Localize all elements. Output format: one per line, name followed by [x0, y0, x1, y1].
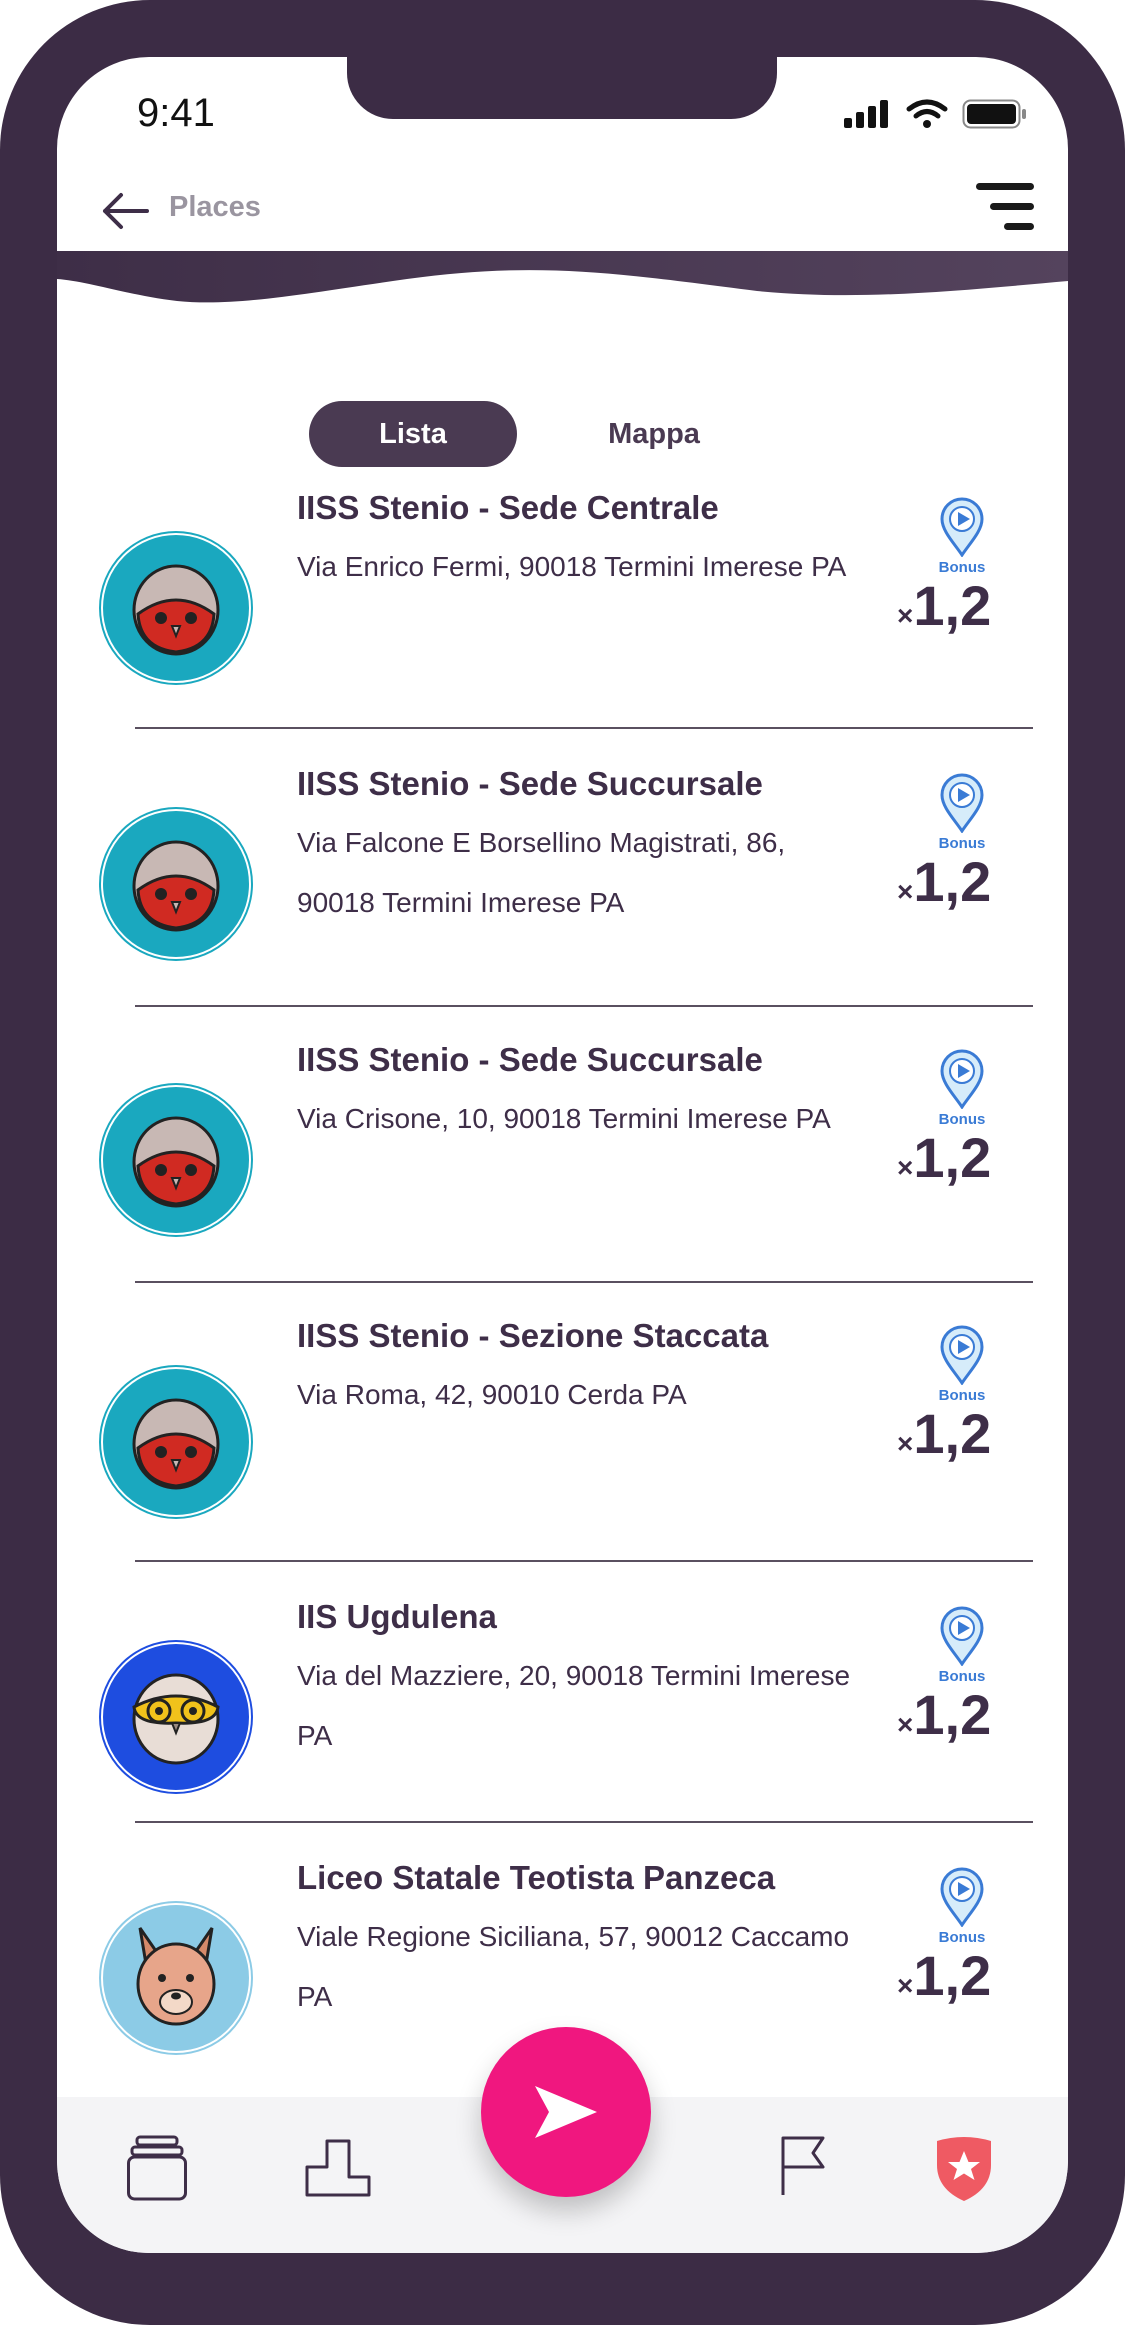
bonus-times: ×	[897, 1428, 914, 1459]
status-time: 9:41	[137, 91, 215, 135]
flag-icon[interactable]	[779, 2135, 829, 2197]
place-address: Via Roma, 42, 90010 Cerda PA	[297, 1379, 687, 1410]
bonus-multiplier: ×1,2	[897, 1401, 991, 1466]
bonus-badge: Bonus ×1,2	[897, 1606, 1027, 1756]
bonus-times: ×	[897, 1970, 914, 2001]
cards-icon[interactable]	[127, 2135, 187, 2201]
shield-star-icon[interactable]	[933, 2133, 995, 2203]
app-screen: 9:41 Places Lista Mappa IISS Stenio - Se…	[57, 57, 1068, 2253]
bonus-value: 1,2	[913, 1944, 992, 2007]
bonus-multiplier: ×1,2	[897, 849, 991, 914]
bonus-times: ×	[897, 1152, 914, 1183]
bonus-multiplier: ×1,2	[897, 1943, 991, 2008]
list-item[interactable]: IISS Stenio - Sede Succursale Via Crisone…	[57, 1041, 1068, 1279]
place-name: IISS Stenio - Sezione Staccata	[297, 1317, 769, 1354]
place-avatar	[101, 1642, 251, 1792]
bonus-value: 1,2	[913, 1402, 992, 1465]
list-divider	[135, 1560, 1033, 1562]
bonus-value: 1,2	[913, 1126, 992, 1189]
place-avatar	[101, 1367, 251, 1517]
place-address: Via del Mazziere, 20, 90018 Termini Imer…	[297, 1660, 851, 1751]
place-address: Via Enrico Fermi, 90018 Termini Imerese …	[297, 551, 847, 582]
place-name: IISS Stenio - Sede Succursale	[297, 765, 763, 802]
bonus-badge: Bonus ×1,2	[897, 1049, 1027, 1199]
red-owl-icon	[128, 556, 224, 660]
tab-lista[interactable]: Lista	[309, 401, 517, 467]
tab-mappa[interactable]: Mappa	[539, 401, 769, 467]
place-name: IISS Stenio - Sede Succursale	[297, 1041, 763, 1078]
list-item[interactable]: IISS Stenio - Sede Centrale Via Enrico Fe…	[57, 489, 1068, 727]
list-divider	[135, 1005, 1033, 1007]
list-item[interactable]: IISS Stenio - Sede Succursale Via Falcone…	[57, 765, 1068, 1003]
view-toggle: Lista Mappa	[309, 401, 769, 467]
send-button[interactable]	[481, 2027, 651, 2197]
place-address: Via Crisone, 10, 90018 Termini Imerese P…	[297, 1103, 831, 1134]
back-label[interactable]: Places	[169, 191, 261, 224]
filter-menu-icon[interactable]	[976, 179, 1036, 235]
bonus-multiplier: ×1,2	[897, 573, 991, 638]
bonus-times: ×	[897, 600, 914, 631]
back-arrow-icon[interactable]	[97, 183, 153, 239]
podium-icon[interactable]	[305, 2137, 371, 2197]
place-avatar	[101, 809, 251, 959]
place-avatar	[101, 1085, 251, 1235]
place-address: Viale Regione Siciliana, 57, 90012 Cacca…	[297, 1921, 850, 2012]
place-name: IIS Ugdulena	[297, 1598, 497, 1635]
device-notch	[347, 57, 777, 119]
bonus-pin-icon	[938, 1867, 986, 1931]
bonus-badge: Bonus ×1,2	[897, 1325, 1027, 1475]
red-owl-icon	[128, 832, 224, 936]
bonus-badge: Bonus ×1,2	[897, 773, 1027, 923]
yellow-owl-icon	[128, 1665, 224, 1769]
bonus-multiplier: ×1,2	[897, 1125, 991, 1190]
bonus-pin-icon	[938, 773, 986, 837]
bonus-value: 1,2	[913, 574, 992, 637]
red-owl-icon	[128, 1108, 224, 1212]
bonus-badge: Bonus ×1,2	[897, 497, 1027, 647]
fox-icon	[128, 1924, 224, 2032]
battery-icon	[962, 99, 1026, 129]
list-item[interactable]: IISS Stenio - Sezione Staccata Via Roma, …	[57, 1317, 1068, 1555]
list-divider	[135, 1821, 1033, 1823]
bonus-badge: Bonus ×1,2	[897, 1867, 1027, 2017]
list-item[interactable]: IIS Ugdulena Via del Mazziere, 20, 90018 …	[57, 1598, 1068, 1836]
bonus-pin-icon	[938, 497, 986, 561]
send-icon	[535, 2086, 597, 2138]
bonus-value: 1,2	[913, 1683, 992, 1746]
place-avatar	[101, 533, 251, 683]
wifi-icon	[906, 99, 948, 128]
bonus-multiplier: ×1,2	[897, 1682, 991, 1747]
status-icons	[844, 99, 1028, 129]
place-name: IISS Stenio - Sede Centrale	[297, 489, 719, 526]
bonus-value: 1,2	[913, 850, 992, 913]
bonus-pin-icon	[938, 1606, 986, 1670]
bonus-pin-icon	[938, 1049, 986, 1113]
bonus-pin-icon	[938, 1325, 986, 1389]
app-header: Places	[57, 177, 1068, 257]
place-name: Liceo Statale Teotista Panzeca	[297, 1859, 776, 1896]
red-owl-icon	[128, 1390, 224, 1494]
header-wave-band	[57, 251, 1068, 303]
signal-icon	[844, 100, 888, 128]
bonus-times: ×	[897, 876, 914, 907]
bonus-times: ×	[897, 1709, 914, 1740]
place-avatar	[101, 1903, 251, 2053]
list-divider	[135, 1281, 1033, 1283]
list-divider	[135, 727, 1033, 729]
place-address: Via Falcone E Borsellino Magistrati, 86,…	[297, 827, 786, 918]
